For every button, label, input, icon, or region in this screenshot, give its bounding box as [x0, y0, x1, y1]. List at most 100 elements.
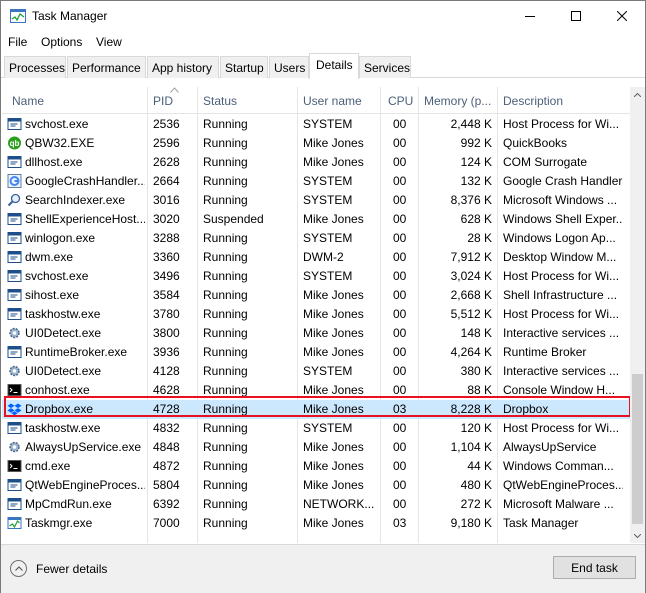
process-status: Running	[203, 497, 248, 511]
end-task-button[interactable]: End task	[553, 556, 636, 579]
table-row[interactable]: Taskmgr.exe 7000 Running Mike Jones 03 9,180 …	[2, 514, 630, 533]
tab-performance[interactable]: Performance	[67, 56, 146, 78]
process-user: Mike Jones	[303, 516, 364, 530]
maximize-button[interactable]	[553, 1, 599, 31]
process-user: NETWORK...	[303, 497, 375, 511]
title-bar[interactable]: Task Manager	[1, 1, 645, 31]
menu-view[interactable]: View	[96, 35, 122, 49]
process-cpu: 00	[393, 231, 407, 245]
minimize-button[interactable]	[507, 1, 553, 31]
process-user: DWM-2	[303, 250, 344, 264]
table-row-selected[interactable]: Dropbox.exe 4728 Running Mike Jones 03 8,228 …	[2, 400, 630, 419]
close-button[interactable]	[599, 1, 645, 31]
process-user: Mike Jones	[303, 307, 364, 321]
process-pid: 3288	[153, 231, 180, 245]
menu-file[interactable]: File	[8, 35, 27, 49]
process-memory: 7,912 K	[450, 250, 492, 264]
column-pid[interactable]: PID	[153, 94, 193, 108]
column-user-name[interactable]: User name	[303, 94, 373, 108]
table-row[interactable]: taskhostw.exe 3780 Running Mike Jones 00 5,51…	[2, 305, 630, 324]
process-pid: 3780	[153, 307, 180, 321]
menu-options[interactable]: Options	[41, 35, 82, 49]
process-pid: 5804	[153, 478, 180, 492]
process-cpu: 00	[393, 421, 407, 435]
process-description: Microsoft Windows ...	[503, 193, 618, 207]
column-description[interactable]: Description	[503, 94, 623, 108]
process-pid: 3936	[153, 345, 180, 359]
table-row[interactable]: qb QBW32.EXE 2596 Running Mike Jones 00 992 K Q…	[2, 134, 630, 153]
table-row[interactable]: taskhostw.exe 4832 Running SYSTEM 00 120 K Hos…	[2, 419, 630, 438]
scroll-up-button[interactable]	[630, 87, 645, 102]
process-pid: 2628	[153, 155, 180, 169]
table-row[interactable]: QtWebEngineProces... 5804 Running Mike Jone…	[2, 476, 630, 495]
column-name[interactable]: Name	[12, 94, 142, 108]
table-row[interactable]: dllhost.exe 2628 Running Mike Jones 00 124 K C…	[2, 153, 630, 172]
process-name: Dropbox.exe	[25, 402, 94, 416]
menu-bar: File Options View	[1, 32, 645, 52]
table-row[interactable]: ShellExperienceHost.... 3020 Suspended Mike…	[2, 210, 630, 229]
process-user: Mike Jones	[303, 288, 364, 302]
column-cpu[interactable]: CPU	[388, 94, 418, 108]
tab-strip: Processes Performance App history Startu…	[1, 53, 645, 79]
vertical-scrollbar[interactable]	[630, 87, 645, 543]
table-row[interactable]: UI0Detect.exe 3800 Running Mike Jones 00 148 …	[2, 324, 630, 343]
table-row[interactable]: AlwaysUpService.exe 4848 Running Mike Jones…	[2, 438, 630, 457]
scroll-down-button[interactable]	[630, 528, 645, 543]
process-status: Running	[203, 155, 248, 169]
process-status: Running	[203, 136, 248, 150]
process-description: Desktop Window M...	[503, 250, 617, 264]
process-status: Running	[203, 326, 248, 340]
table-row[interactable]: RuntimeBroker.exe 3936 Running Mike Jones 00…	[2, 343, 630, 362]
process-user: SYSTEM	[303, 193, 353, 207]
table-row[interactable]: svchost.exe 2536 Running SYSTEM 00 2,448 K Hos…	[2, 115, 630, 134]
tab-startup[interactable]: Startup	[220, 56, 268, 78]
process-memory: 5,512 K	[450, 307, 492, 321]
process-cpu: 00	[393, 193, 407, 207]
task-manager-icon	[10, 9, 26, 23]
process-memory: 88 K	[467, 383, 492, 397]
tab-users[interactable]: Users	[269, 56, 309, 78]
process-cpu: 00	[393, 250, 407, 264]
process-description: Host Process for Wi...	[503, 269, 620, 283]
process-pid: 2664	[153, 174, 180, 188]
table-row[interactable]: sihost.exe 3584 Running Mike Jones 00 2,668 K…	[2, 286, 630, 305]
process-description: Shell Infrastructure ...	[503, 288, 618, 302]
table-row[interactable]: SearchIndexer.exe 3016 Running SYSTEM 00 8,37…	[2, 191, 630, 210]
column-memory[interactable]: Memory (p...	[424, 94, 496, 108]
process-cpu: 00	[393, 155, 407, 169]
table-row[interactable]: svchost.exe 3496 Running SYSTEM 00 3,024 K Hos…	[2, 267, 630, 286]
table-row[interactable]: winlogon.exe 3288 Running SYSTEM 00 28 K Windo…	[2, 229, 630, 248]
table-row[interactable]: dwm.exe 3360 Running DWM-2 00 7,912 K Desktop …	[2, 248, 630, 267]
tab-services[interactable]: Services	[359, 56, 411, 78]
fewer-details-button[interactable]: Fewer details	[10, 560, 107, 577]
table-row[interactable]: UI0Detect.exe 4128 Running SYSTEM 00 380 K Int…	[2, 362, 630, 381]
process-name: UI0Detect.exe	[25, 364, 102, 378]
tab-processes[interactable]: Processes	[4, 56, 66, 78]
google-icon	[7, 174, 22, 188]
task-manager-window: Task Manager File Options View Processes…	[0, 0, 646, 593]
window-icon	[7, 156, 22, 168]
process-cpu: 00	[393, 174, 407, 188]
process-user: Mike Jones	[303, 402, 364, 416]
process-status: Running	[203, 383, 248, 397]
table-row[interactable]: cmd.exe 4872 Running Mike Jones 00 44 K Window…	[2, 457, 630, 476]
process-user: Mike Jones	[303, 136, 364, 150]
sort-ascending-icon	[170, 87, 179, 93]
process-description: Host Process for Wi...	[503, 421, 620, 435]
process-name: sihost.exe	[25, 288, 80, 302]
chevron-up-icon	[10, 560, 27, 577]
process-name: QBW32.EXE	[25, 136, 95, 150]
scroll-up-icon	[634, 92, 641, 97]
table-row[interactable]: conhost.exe 4628 Running Mike Jones 00 88 K Co…	[2, 381, 630, 400]
table-row[interactable]: GoogleCrashHandler... 2664 Running SYSTEM 00…	[2, 172, 630, 191]
process-description: Host Process for Wi...	[503, 117, 620, 131]
window-icon	[7, 270, 22, 282]
tab-app-history[interactable]: App history	[147, 56, 219, 78]
scrollbar-thumb[interactable]	[632, 374, 643, 524]
column-status[interactable]: Status	[203, 94, 293, 108]
table-row[interactable]: MpCmdRun.exe 6392 Running NETWORK... 00 272 K…	[2, 495, 630, 514]
process-description: Windows Logon Ap...	[503, 231, 616, 245]
tab-details[interactable]: Details	[309, 53, 359, 79]
process-status: Running	[203, 174, 248, 188]
process-pid: 4872	[153, 459, 180, 473]
